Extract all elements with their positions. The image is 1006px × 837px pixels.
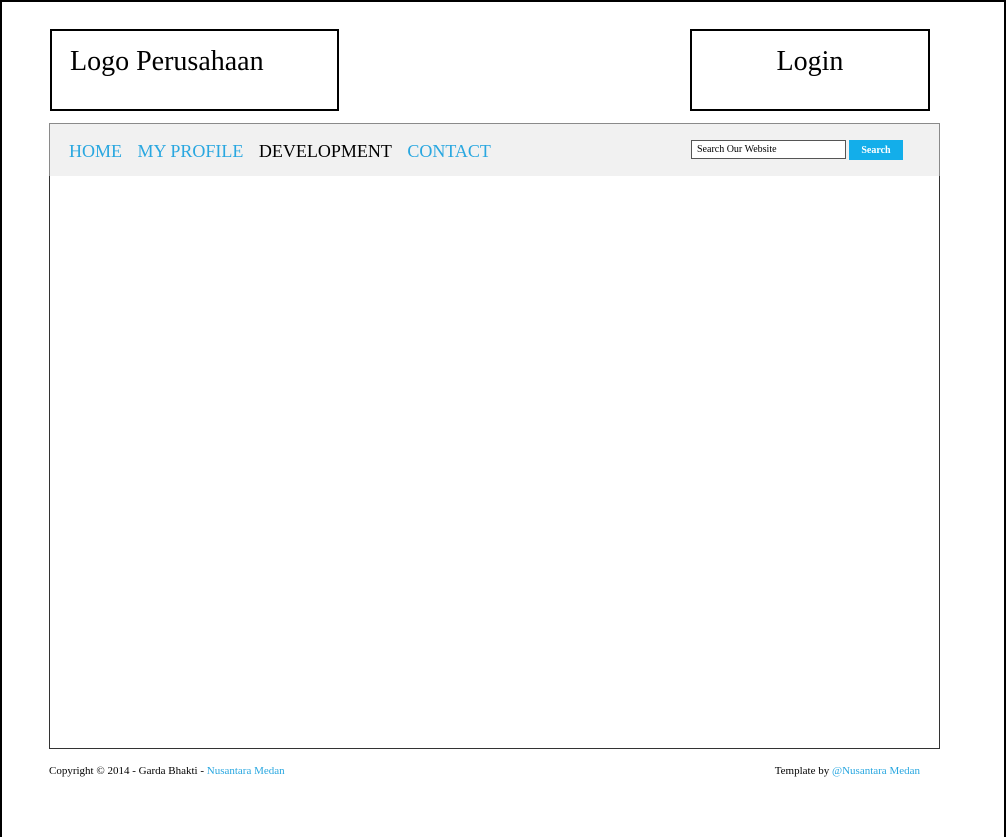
search-button[interactable]: Search: [849, 140, 903, 160]
nav-item-my-profile[interactable]: MY PROFILE: [138, 141, 244, 161]
template-credit-text: Template by: [774, 765, 832, 777]
search-input[interactable]: [691, 140, 846, 159]
template-credit-link[interactable]: @Nusantara Medan: [832, 765, 920, 777]
footer-copyright: Copyright © 2014 - Garda Bhakti - Nusant…: [49, 764, 285, 778]
main-content-area: [49, 176, 940, 749]
logo-label: Logo Perusahaan: [70, 46, 264, 77]
copyright-text: Copyright © 2014 - Garda Bhakti -: [49, 765, 207, 777]
nav-item-development[interactable]: DEVELOPMENT: [259, 141, 392, 161]
nav-menu: HOME MY PROFILE DEVELOPMENT CONTACT: [69, 141, 502, 161]
nav-item-contact[interactable]: CONTACT: [407, 141, 491, 161]
nav-item-home[interactable]: HOME: [69, 141, 122, 161]
footer-template-credit: Template by @Nusantara Medan: [775, 764, 920, 778]
navigation-bar: HOME MY PROFILE DEVELOPMENT CONTACT Sear…: [49, 123, 940, 177]
company-logo[interactable]: Logo Perusahaan: [50, 29, 339, 111]
login-button[interactable]: Login: [690, 29, 930, 111]
copyright-link[interactable]: Nusantara Medan: [207, 765, 285, 777]
login-label: Login: [776, 46, 844, 77]
